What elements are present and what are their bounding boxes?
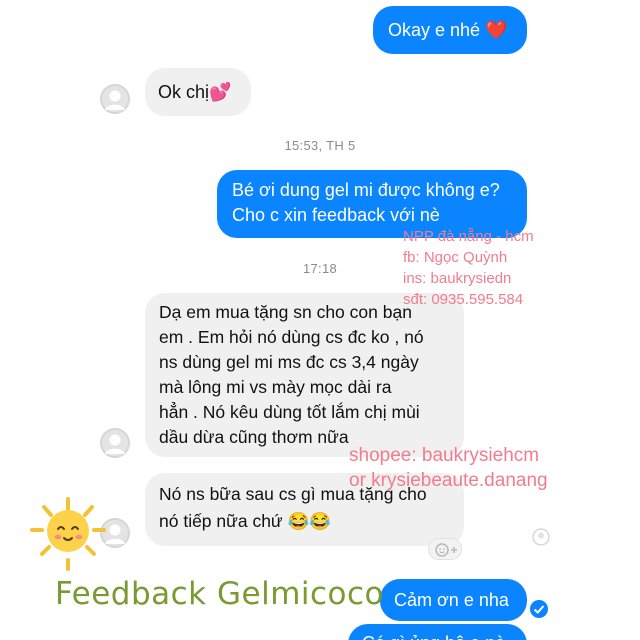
watermark-line: shopee: baukrysiehcm <box>349 445 540 466</box>
message-incoming-ok[interactable]: Ok chị💕 <box>145 68 251 116</box>
user-avatar-icon[interactable] <box>100 84 130 114</box>
timestamp: 15:53, TH 5 <box>284 138 356 153</box>
seen-check-icon <box>529 599 549 619</box>
caption-title: Feedback Gelmicoco <box>55 576 385 612</box>
timestamp: 17:18 <box>302 261 338 276</box>
watermark-line: or krysiebeaute.danang <box>349 470 548 491</box>
seen-avatar-icon <box>532 528 550 546</box>
watermark-contact: NPP đà nẵng - hcm fb: Ngọc Quỳnh ins: ba… <box>403 226 534 310</box>
message-incoming-review[interactable]: Dạ em mua tặng sn cho con bạn em . Em hỏ… <box>145 293 464 457</box>
watermark-line: ins: baukrysiedn <box>403 270 512 287</box>
message-outgoing-thanks[interactable]: Cảm ơn e nha <box>380 579 527 621</box>
watermark-line: fb: Ngọc Quỳnh <box>403 249 508 266</box>
add-reaction-icon[interactable] <box>428 538 462 560</box>
watermark-line: NPP đà nẵng - hcm <box>403 228 534 245</box>
message-outgoing-okay[interactable]: Okay e nhé ❤️ <box>373 6 527 54</box>
watermark-line: sđt: 0935.595.584 <box>403 291 524 308</box>
message-outgoing-support[interactable]: Có gì ủng hộ e nè <box>348 624 527 640</box>
watermark-shop: shopee: baukrysiehcm or krysiebeaute.dan… <box>349 443 548 493</box>
sun-sticker-icon <box>28 496 120 580</box>
user-avatar-icon[interactable] <box>100 428 130 458</box>
